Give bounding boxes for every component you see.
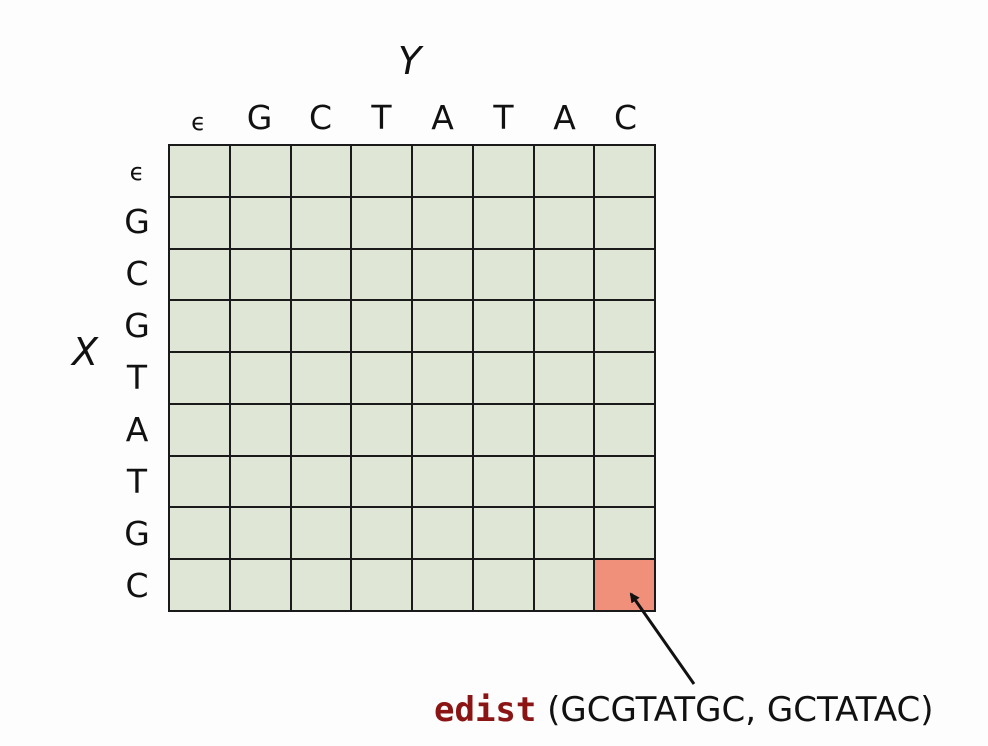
matrix-cell — [230, 404, 292, 457]
matrix-cell — [352, 353, 413, 405]
matrix-cell — [595, 197, 656, 250]
matrix-cell — [230, 146, 292, 198]
matrix-cell — [291, 146, 353, 198]
matrix-cell — [170, 404, 231, 457]
row-header: T — [126, 358, 148, 397]
matrix-cell — [413, 456, 474, 509]
matrix-cell — [352, 301, 413, 354]
row-header: C — [125, 566, 149, 605]
matrix-cell — [473, 560, 535, 612]
matrix-cell — [413, 197, 474, 250]
matrix-cell — [473, 353, 535, 405]
highlighted-cell — [595, 560, 656, 612]
matrix-cell — [595, 456, 656, 509]
matrix-cell — [170, 353, 231, 405]
row-header: T — [126, 462, 148, 501]
y-axis-label: Y — [398, 39, 422, 83]
matrix-cell — [170, 197, 231, 250]
edit-distance-matrix — [168, 144, 656, 612]
matrix-cell — [534, 404, 596, 457]
matrix-cell — [352, 560, 413, 612]
matrix-cell — [473, 146, 535, 198]
matrix-cell — [595, 146, 656, 198]
matrix-cell — [352, 404, 413, 457]
matrix-cell — [413, 560, 474, 612]
matrix-cell — [291, 560, 353, 612]
row-header: ϵ — [129, 158, 145, 186]
matrix-cell — [291, 353, 353, 405]
matrix-cell — [534, 353, 596, 405]
matrix-cell — [170, 508, 231, 561]
matrix-cell — [230, 197, 292, 250]
matrix-cell — [230, 456, 292, 509]
matrix-cell — [473, 456, 535, 509]
matrix-cell — [595, 353, 656, 405]
row-header: A — [125, 410, 149, 449]
matrix-cell — [230, 353, 292, 405]
matrix-cell — [352, 456, 413, 509]
matrix-cell — [291, 404, 353, 457]
matrix-cell — [352, 249, 413, 302]
matrix-cell — [595, 404, 656, 457]
matrix-cell — [352, 508, 413, 561]
matrix-cell — [170, 560, 231, 612]
matrix-cell — [413, 301, 474, 354]
row-header: C — [125, 254, 149, 293]
col-header: C — [308, 98, 333, 137]
matrix-cell — [473, 301, 535, 354]
matrix-cell — [352, 146, 413, 198]
matrix-cell — [473, 249, 535, 302]
matrix-cell — [352, 197, 413, 250]
matrix-cell — [291, 508, 353, 561]
matrix-cell — [595, 249, 656, 302]
matrix-cell — [230, 301, 292, 354]
matrix-cell — [534, 560, 596, 612]
matrix-cell — [595, 508, 656, 561]
function-name: edist — [434, 690, 537, 730]
matrix-cell — [230, 560, 292, 612]
matrix-cell — [595, 301, 656, 354]
x-axis-label: X — [72, 330, 99, 374]
caption: edist (GCGTATGC, GCTATAC) — [434, 690, 934, 730]
matrix-cell — [291, 456, 353, 509]
matrix-cell — [291, 197, 353, 250]
matrix-cell — [413, 353, 474, 405]
matrix-cell — [473, 197, 535, 250]
col-header: A — [553, 98, 576, 137]
col-header: T — [371, 98, 392, 137]
matrix-cell — [473, 508, 535, 561]
matrix-cell — [170, 146, 231, 198]
matrix-cell — [534, 197, 596, 250]
matrix-cell — [534, 249, 596, 302]
col-header: G — [246, 98, 273, 137]
matrix-cell — [413, 404, 474, 457]
col-header: C — [613, 98, 638, 137]
matrix-cell — [170, 456, 231, 509]
matrix-cell — [170, 301, 231, 354]
matrix-cell — [170, 249, 231, 302]
matrix-cell — [413, 146, 474, 198]
row-header: G — [124, 514, 150, 553]
matrix-cell — [291, 301, 353, 354]
matrix-cell — [291, 249, 353, 302]
row-header: G — [124, 306, 150, 345]
matrix-cell — [534, 146, 596, 198]
col-header: T — [493, 98, 514, 137]
matrix-cell — [413, 508, 474, 561]
matrix-cell — [534, 301, 596, 354]
matrix-cell — [230, 249, 292, 302]
function-args: (GCGTATGC, GCTATAC) — [547, 690, 934, 730]
col-header: ϵ — [191, 108, 206, 136]
matrix-cell — [230, 508, 292, 561]
col-header: A — [431, 98, 454, 137]
matrix-cell — [413, 249, 474, 302]
matrix-cell — [473, 404, 535, 457]
matrix-cell — [534, 456, 596, 509]
row-header: G — [124, 202, 150, 241]
matrix-cell — [534, 508, 596, 561]
